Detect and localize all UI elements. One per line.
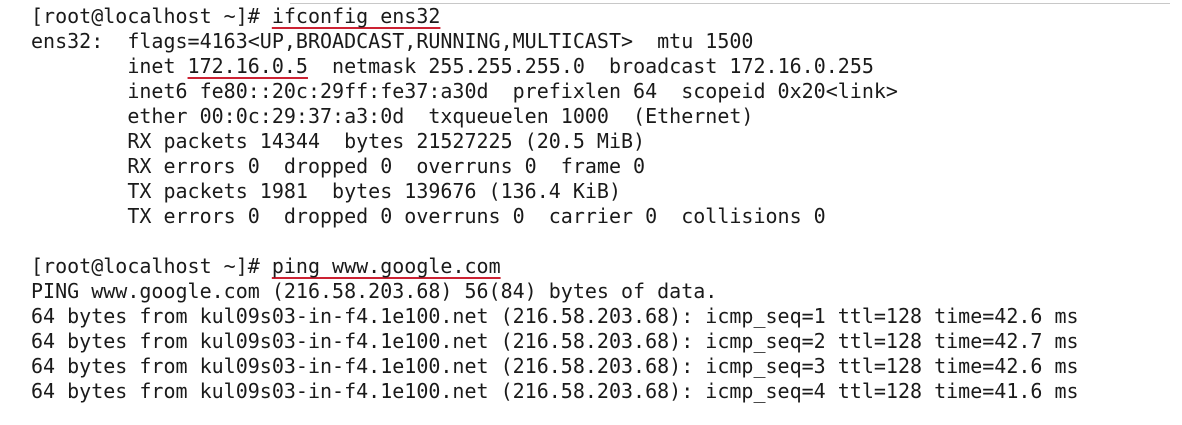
ifconfig-ether-line: ether 00:0c:29:37:a3:0d txqueuelen 1000 … [31, 104, 754, 128]
prompt-line-ifconfig: [root@localhost ~]# ifconfig ens32 [31, 4, 1179, 29]
command-ping: ping www.google.com [271, 254, 501, 278]
command-ifconfig: ifconfig ens32 [271, 4, 441, 28]
shell-prompt: [root@localhost ~]# [31, 254, 272, 278]
prompt-line-ping: [root@localhost ~]# ping www.google.com [31, 254, 1179, 279]
ifconfig-tx-packets-line: TX packets 1981 bytes 139676 (136.4 KiB) [31, 179, 622, 203]
inet-label: inet [31, 54, 188, 78]
ping-reply-line: 64 bytes from kul09s03-in-f4.1e100.net (… [31, 379, 1079, 403]
ifconfig-flags-line: ens32: flags=4163<UP,BROADCAST,RUNNING,M… [31, 29, 754, 53]
terminal-output[interactable]: [root@localhost ~]# ifconfig ens32 ens32… [31, 4, 1179, 404]
ping-reply-line: 64 bytes from kul09s03-in-f4.1e100.net (… [31, 354, 1079, 378]
ping-reply-line: 64 bytes from kul09s03-in-f4.1e100.net (… [31, 329, 1079, 353]
ifconfig-rx-packets-line: RX packets 14344 bytes 21527225 (20.5 Mi… [31, 129, 646, 153]
ifconfig-inet6-line: inet6 fe80::20c:29ff:fe37:a30d prefixlen… [31, 79, 898, 103]
shell-prompt: [root@localhost ~]# [31, 4, 272, 28]
ifconfig-rx-errors-line: RX errors 0 dropped 0 overruns 0 frame 0 [31, 154, 646, 178]
ifconfig-tx-errors-line: TX errors 0 dropped 0 overruns 0 carrier… [31, 204, 826, 228]
inet-netmask-broadcast: netmask 255.255.255.0 broadcast 172.16.0… [307, 54, 874, 78]
ping-header-line: PING www.google.com (216.58.203.68) 56(8… [31, 279, 718, 303]
ifconfig-inet-line: inet 172.16.0.5 netmask 255.255.255.0 br… [31, 54, 1179, 79]
inet-ip-address: 172.16.0.5 [187, 54, 308, 78]
ping-reply-line: 64 bytes from kul09s03-in-f4.1e100.net (… [31, 304, 1079, 328]
